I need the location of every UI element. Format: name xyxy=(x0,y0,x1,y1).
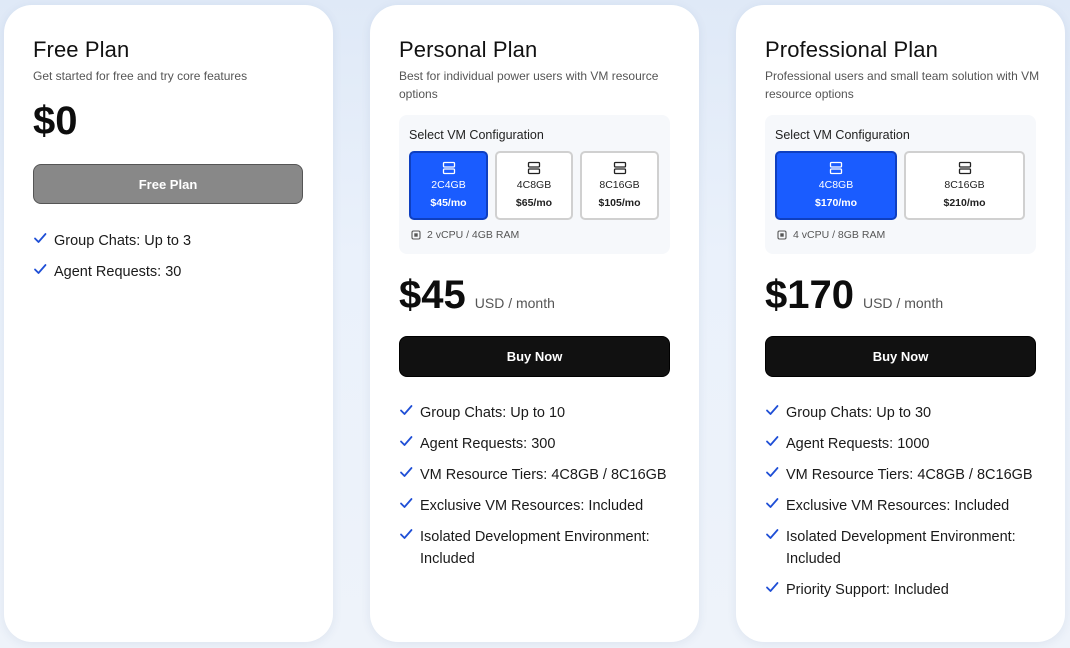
feature-item: Group Chats: Up to 3 xyxy=(33,230,303,252)
plan-description: Best for individual power users with VM … xyxy=(399,69,659,101)
vm-option-price: $45/mo xyxy=(430,197,467,209)
feature-item: Group Chats: Up to 10 xyxy=(399,402,669,424)
plan-price: $45 xyxy=(399,273,466,317)
check-icon xyxy=(400,467,413,477)
feature-text: Group Chats: Up to 10 xyxy=(420,405,566,421)
feature-text: Agent Requests: 1000 xyxy=(786,436,930,452)
feature-text: VM Resource Tiers: 4C8GB / 8C16GB xyxy=(786,467,1033,483)
feature-item: Agent Requests: 300 xyxy=(399,433,669,455)
vm-option-config: 2C4GB xyxy=(431,179,466,191)
feature-text: Priority Support: Included xyxy=(786,582,949,598)
check-icon xyxy=(34,233,47,243)
cpu-chip-icon xyxy=(777,230,787,240)
check-icon xyxy=(766,582,779,592)
vm-spec: 4 vCPU / 8GB RAM xyxy=(777,229,885,241)
plan-price: $170 xyxy=(765,273,854,317)
feature-text: Isolated Development Environment: Includ… xyxy=(786,529,1016,567)
vm-option-8c16gb[interactable]: 8C16GB $210/mo xyxy=(904,151,1025,220)
vm-option-8c16gb[interactable]: 8C16GB $105/mo xyxy=(580,151,659,220)
price-unit: USD / month xyxy=(474,295,555,311)
feature-item: Group Chats: Up to 30 xyxy=(765,402,1035,424)
feature-text: Group Chats: Up to 30 xyxy=(786,405,932,421)
check-icon xyxy=(766,405,779,415)
vm-option-price: $170/mo xyxy=(814,197,858,209)
vm-config-panel: Select VM Configuration 2C4GB $45/mo 4C8… xyxy=(399,115,670,254)
check-icon xyxy=(400,436,413,446)
plan-title: Professional Plan xyxy=(765,37,938,62)
check-icon xyxy=(400,405,413,415)
feature-item: VM Resource Tiers: 4C8GB / 8C16GB xyxy=(399,464,669,486)
feature-text: VM Resource Tiers: 4C8GB / 8C16GB xyxy=(420,467,667,483)
check-icon xyxy=(34,264,47,274)
feature-text: Agent Requests: 30 xyxy=(54,264,182,280)
vm-option-2c4gb[interactable]: 2C4GB $45/mo xyxy=(409,151,488,220)
vm-option-4c8gb[interactable]: 4C8GB $170/mo xyxy=(775,151,897,220)
feature-text: Isolated Development Environment: Includ… xyxy=(420,529,650,567)
check-icon xyxy=(400,498,413,508)
check-icon xyxy=(766,529,779,539)
feature-item: VM Resource Tiers: 4C8GB / 8C16GB xyxy=(765,464,1035,486)
free-plan-button[interactable]: Free Plan xyxy=(33,164,303,204)
feature-item: Priority Support: Included xyxy=(765,579,1035,601)
server-icon xyxy=(442,161,455,175)
feature-list: Group Chats: Up to 10 Agent Requests: 30… xyxy=(399,402,669,579)
vm-option-config: 4C8GB xyxy=(516,179,552,191)
price-row: $170 USD / month xyxy=(765,273,943,318)
feature-text: Agent Requests: 300 xyxy=(420,436,556,452)
feature-list: Group Chats: Up to 30 Agent Requests: 10… xyxy=(765,402,1035,610)
feature-item: Isolated Development Environment: Includ… xyxy=(399,526,669,570)
price-row: $45 USD / month xyxy=(399,273,555,318)
check-icon xyxy=(766,436,779,446)
feature-item: Agent Requests: 1000 xyxy=(765,433,1035,455)
plan-card-professional: Professional Plan Professional users and… xyxy=(736,5,1065,642)
check-icon xyxy=(400,529,413,539)
vm-option-config: 8C16GB xyxy=(944,179,985,191)
server-icon xyxy=(829,161,843,175)
buy-now-button[interactable]: Buy Now xyxy=(399,336,670,377)
plan-description: Get started for free and try core featur… xyxy=(33,69,248,83)
vm-config-panel: Select VM Configuration 4C8GB $170/mo 8C… xyxy=(765,115,1036,254)
feature-text: Exclusive VM Resources: Included xyxy=(786,498,1010,514)
feature-item: Exclusive VM Resources: Included xyxy=(765,495,1035,517)
server-icon xyxy=(958,161,971,175)
cpu-chip-icon xyxy=(411,230,421,240)
feature-item: Agent Requests: 30 xyxy=(33,261,303,283)
check-icon xyxy=(766,467,779,477)
plan-card-free: Free Plan Get started for free and try c… xyxy=(4,5,333,642)
feature-item: Exclusive VM Resources: Included xyxy=(399,495,669,517)
vm-option-price: $65/mo xyxy=(515,197,553,209)
vm-option-4c8gb[interactable]: 4C8GB $65/mo xyxy=(495,151,573,220)
feature-item: Isolated Development Environment: Includ… xyxy=(765,526,1035,570)
feature-text: Group Chats: Up to 3 xyxy=(54,233,192,249)
vm-option-price: $210/mo xyxy=(943,197,986,209)
vm-config-label: Select VM Configuration xyxy=(775,128,910,142)
vm-spec-text: 2 vCPU / 4GB RAM xyxy=(427,229,520,241)
plan-price: $0 xyxy=(33,99,78,143)
server-icon xyxy=(527,161,541,175)
vm-option-config: 4C8GB xyxy=(818,179,854,191)
plan-title: Personal Plan xyxy=(399,37,538,62)
vm-spec-text: 4 vCPU / 8GB RAM xyxy=(793,229,886,241)
vm-option-price: $105/mo xyxy=(598,197,641,209)
vm-option-config: 8C16GB xyxy=(599,179,640,191)
plan-title: Free Plan xyxy=(33,37,130,62)
buy-now-button[interactable]: Buy Now xyxy=(765,336,1036,377)
vm-spec: 2 vCPU / 4GB RAM xyxy=(411,229,519,241)
plan-description: Professional users and small team soluti… xyxy=(765,69,1040,101)
feature-text: Exclusive VM Resources: Included xyxy=(420,498,644,514)
feature-list: Group Chats: Up to 3 Agent Requests: 30 xyxy=(33,230,303,292)
plan-card-personal: Personal Plan Best for individual power … xyxy=(370,5,699,642)
check-icon xyxy=(766,498,779,508)
price-unit: USD / month xyxy=(862,295,944,311)
vm-config-label: Select VM Configuration xyxy=(409,128,544,142)
server-icon xyxy=(613,161,626,175)
